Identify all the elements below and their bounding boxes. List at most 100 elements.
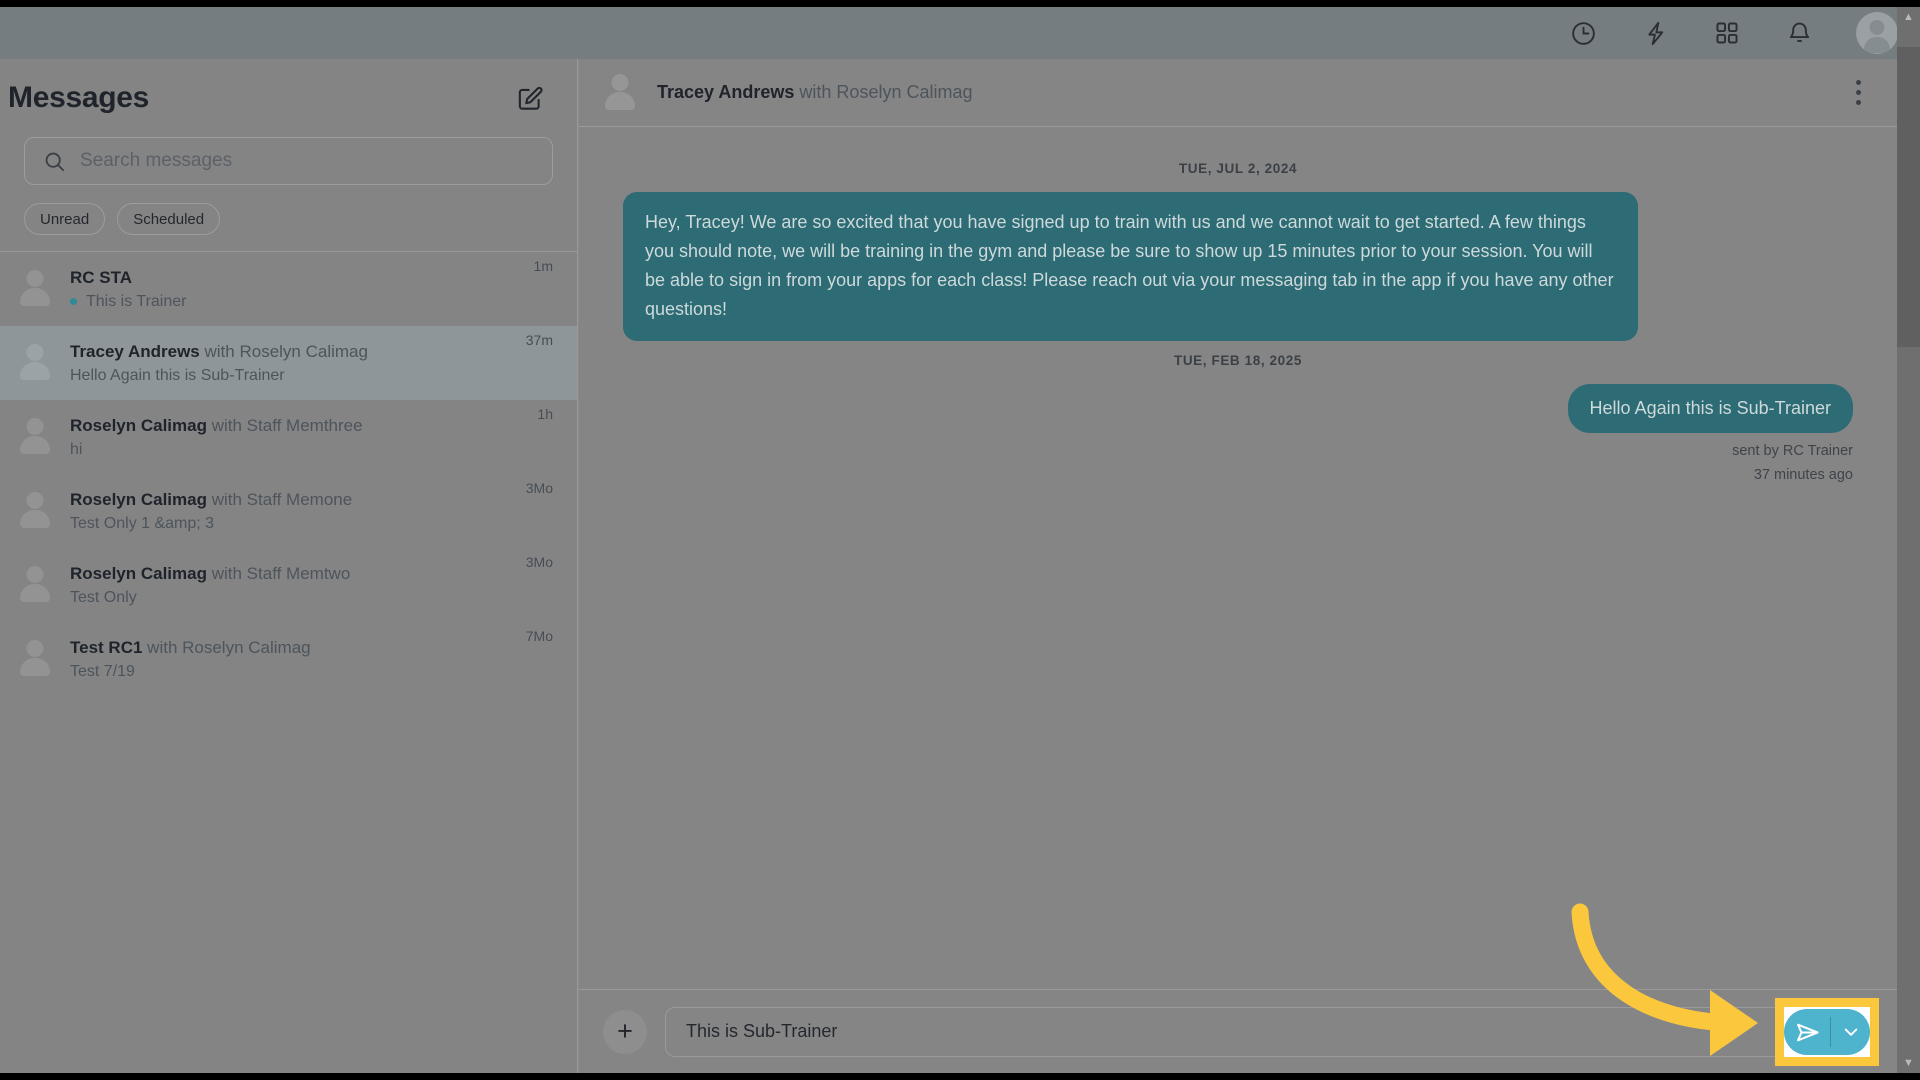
conversation-item[interactable]: Roselyn Calimag with Staff Memthree hi 1h [0, 400, 577, 474]
clock-icon[interactable] [1568, 18, 1598, 48]
conversation-text: Roselyn Calimag with Staff Memtwo Test On… [70, 564, 510, 607]
conversation-with: with Staff Memone [207, 489, 353, 509]
conversation-timestamp: 1m [533, 258, 553, 274]
conversation-text: Roselyn Calimag with Staff Memone Test On… [70, 490, 510, 533]
filter-chip-unread[interactable]: Unread [24, 203, 106, 235]
conversation-preview-text: Test 7/19 [70, 662, 135, 680]
conversation-item[interactable]: Test RC1 with Roselyn Calimag Test 7/19 7M… [0, 622, 577, 696]
conversation-preview: Test Only [70, 589, 510, 607]
conversation-avatar [16, 492, 54, 530]
conversation-title: Test RC1 with Roselyn Calimag [70, 638, 510, 658]
search-input[interactable]: Search messages [24, 137, 553, 185]
conversation-title: Roselyn Calimag with Staff Memone [70, 490, 510, 510]
scroll-up-arrow-icon[interactable]: ▲ [1903, 7, 1914, 27]
conversation-preview-text: Test Only 1 &amp; 3 [70, 514, 215, 532]
more-options-icon[interactable] [1843, 78, 1873, 108]
avatar-body [20, 584, 50, 602]
grid-icon[interactable] [1712, 18, 1742, 48]
conversation-with: with Roselyn Calimag [199, 341, 368, 361]
conversation-title: Tracey Andrews with Roselyn Calimag [70, 342, 510, 362]
compose-icon[interactable] [513, 81, 547, 115]
conversation-text: Test RC1 with Roselyn Calimag Test 7/19 [70, 638, 510, 681]
chat-header-with: with Roselyn Calimag [799, 82, 973, 102]
avatar-head [26, 640, 44, 657]
conversation-preview: This is Trainer [70, 293, 518, 311]
conversation-preview-text: hi [70, 440, 83, 458]
send-button-highlight [1775, 998, 1879, 1066]
avatar[interactable] [1856, 12, 1898, 54]
bell-icon[interactable] [1784, 18, 1814, 48]
conversation-timestamp: 7Mo [525, 628, 553, 644]
search-icon [43, 150, 66, 173]
messages-sidebar: Messages Search messages Unread Schedule… [0, 59, 578, 1073]
avatar-body [20, 362, 50, 380]
conversation-item[interactable]: Tracey Andrews with Roselyn Calimag Hello… [0, 326, 577, 400]
conversation-item[interactable]: Roselyn Calimag with Staff Memone Test On… [0, 474, 577, 548]
conversation-with: with Staff Memthree [207, 415, 363, 435]
screen-top-edge [0, 0, 1920, 7]
conversation-preview-text: This is Trainer [86, 292, 187, 310]
search-container: Search messages [0, 137, 577, 185]
conversation-avatar [16, 344, 54, 382]
message-row: Hello Again this is Sub-Trainer [623, 383, 1853, 433]
conversation-avatar [16, 566, 54, 604]
conversation-title: Roselyn Calimag with Staff Memtwo [70, 564, 510, 584]
avatar-head [26, 344, 44, 361]
screen-bottom-edge [0, 1073, 1920, 1080]
thread-date-separator: TUE, FEB 18, 2025 [1173, 352, 1302, 368]
conversation-list: RC STA This is Trainer 1m Tracey Andrews wi… [0, 252, 577, 696]
page-title: Messages [8, 81, 150, 114]
scrollbar-thumb[interactable] [1897, 47, 1920, 347]
conversation-text: Tracey Andrews with Roselyn Calimag Hello… [70, 342, 510, 385]
conversation-timestamp: 1h [537, 406, 553, 422]
sidebar-header: Messages [0, 59, 577, 137]
conversation-name: Roselyn Calimag [70, 415, 207, 435]
conversation-title: Roselyn Calimag with Staff Memthree [70, 416, 521, 436]
filter-chip-scheduled[interactable]: Scheduled [117, 203, 221, 235]
message-input[interactable]: This is Sub-Trainer [665, 1006, 1871, 1057]
send-icon[interactable] [1784, 1009, 1830, 1055]
filter-chips: Unread Scheduled [0, 185, 577, 251]
top-app-bar [0, 7, 1920, 59]
chat-panel: Tracey Andrews with Roselyn Calimag TUE,… [579, 59, 1897, 1073]
dot [1855, 80, 1861, 85]
page-scrollbar[interactable]: ▲ ▼ [1897, 7, 1920, 1073]
message-timestamp: 37 minutes ago [1753, 466, 1853, 483]
avatar-body [20, 436, 50, 454]
attach-button[interactable]: + [603, 1009, 647, 1054]
avatar-body [20, 510, 50, 528]
conversation-title: RC STA [70, 268, 518, 288]
send-button-group [1784, 1009, 1870, 1055]
conversation-name: Roselyn Calimag [70, 563, 207, 583]
conversation-item[interactable]: Roselyn Calimag with Staff Memtwo Test On… [0, 548, 577, 622]
chevron-down-icon[interactable] [1831, 1009, 1870, 1055]
conversation-with: with Staff Memtwo [207, 563, 351, 583]
avatar-head [26, 566, 44, 583]
app-root: Messages Search messages Unread Schedule… [0, 0, 1920, 1080]
message-bubble[interactable]: Hello Again this is Sub-Trainer [1567, 383, 1853, 433]
message-row: Hey, Tracey! We are so excited that you … [623, 192, 1853, 341]
avatar-body [1864, 37, 1890, 53]
message-bubble[interactable]: Hey, Tracey! We are so excited that you … [623, 192, 1638, 341]
chat-header-avatar [601, 73, 639, 112]
conversation-preview: hi [70, 441, 521, 459]
unread-dot-icon [70, 298, 77, 305]
lightning-icon[interactable] [1640, 18, 1670, 48]
conversation-preview-text: Test Only [70, 588, 137, 606]
avatar-head [26, 418, 44, 435]
conversation-avatar [16, 418, 54, 456]
avatar-head [1869, 20, 1885, 35]
conversation-timestamp: 37m [525, 332, 553, 348]
avatar-head [26, 270, 44, 287]
chat-header-name: Tracey Andrews [657, 82, 795, 102]
conversation-item[interactable]: RC STA This is Trainer 1m [0, 252, 577, 326]
avatar-head [26, 492, 44, 509]
conversation-name: Roselyn Calimag [70, 489, 207, 509]
avatar-body [20, 658, 50, 676]
message-sent-by: sent by RC Trainer [1732, 442, 1853, 459]
message-composer: + This is Sub-Trainer [579, 989, 1897, 1073]
conversation-with: with Roselyn Calimag [142, 637, 311, 657]
conversation-name: RC STA [70, 267, 133, 287]
conversation-avatar [16, 640, 54, 678]
scroll-down-arrow-icon[interactable]: ▼ [1903, 1053, 1914, 1073]
